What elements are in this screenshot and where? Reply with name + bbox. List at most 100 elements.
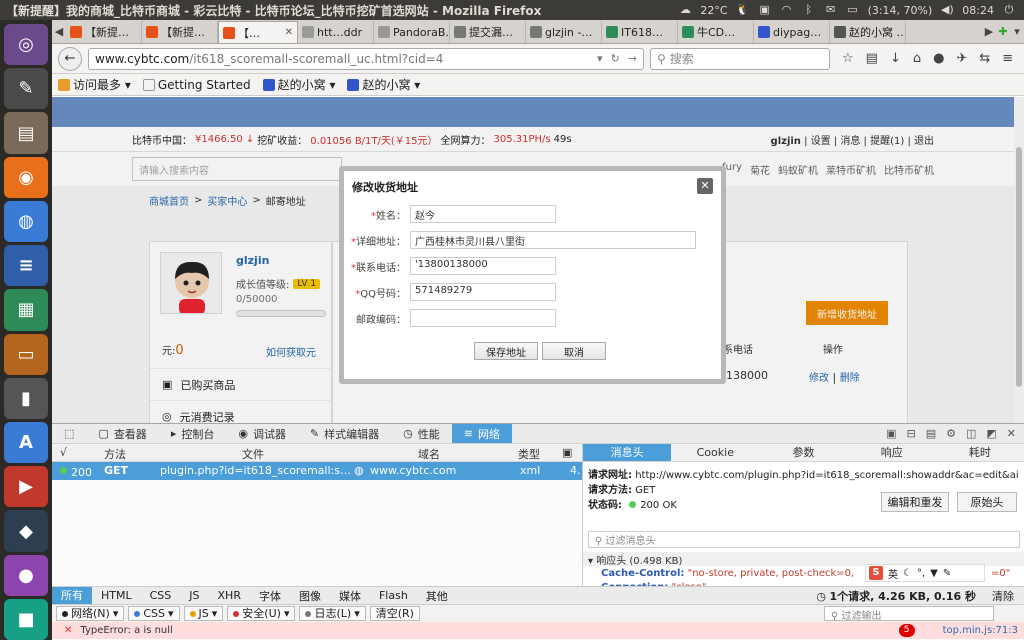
details-tab[interactable]: 响应 [848,444,936,461]
download-icon[interactable]: ↓ [890,51,901,66]
filter-tab[interactable]: JS [180,589,208,602]
tab-scroll-right-icon[interactable]: ▶ [982,21,996,43]
responsive-icon[interactable]: ▤ [926,427,936,440]
details-tab[interactable]: 耗时 [936,444,1024,461]
filter-tab[interactable]: 图像 [290,588,330,604]
gimp-icon[interactable]: ✎ [4,68,48,110]
browser-tab[interactable]: 【… ✕ [218,21,298,43]
split-console-icon[interactable]: ⊟ [906,427,915,440]
browser-tab[interactable]: diypag… [754,21,830,43]
console-category-button[interactable]: 日志(L) ▾ [299,606,366,621]
scrollbar-thumb[interactable] [1016,147,1022,387]
details-tab[interactable]: 消息头 [583,444,672,461]
column-domain[interactable]: 域名 [418,446,440,462]
browser-tab[interactable]: PandoraB… [374,21,450,43]
weather-icon[interactable]: ☁ [678,4,692,16]
forward-icon[interactable]: → [628,52,637,65]
ime-toolbar[interactable]: S 英 ☾ °, ▼ ✎ [865,564,985,582]
power-icon[interactable]: ⏻ [1002,4,1016,16]
filter-tab[interactable]: CSS [141,589,181,602]
tab-scroll-left-icon[interactable]: ◀ [52,21,66,43]
filter-tab[interactable]: 字体 [250,588,290,604]
error-source-link[interactable]: top.min.js:71:3 [943,625,1024,636]
bluetooth-icon[interactable]: ᛒ [802,4,816,16]
software-center-icon[interactable]: A [4,421,48,464]
browser-tab[interactable]: htt…ddr [298,21,374,43]
reading-list-icon[interactable]: ▤ [866,51,878,66]
column-method[interactable]: 方法 [104,446,126,462]
browser-tab[interactable]: IT618… [602,21,678,43]
browser-tab[interactable]: 提交漏… [450,21,526,43]
chat-icon[interactable]: ● [933,51,944,66]
details-tab[interactable]: Cookie [671,444,759,461]
filter-tab[interactable]: Flash [370,589,417,602]
battery-icon[interactable]: ▭ [846,4,860,16]
browser-tab[interactable]: 牛CD… [678,21,754,43]
browser-tab[interactable]: 【新提… [66,21,142,43]
pick-element-icon[interactable]: ⬚ [52,424,86,443]
menu-icon[interactable]: ≡ [1002,51,1013,66]
close-icon[interactable]: ✕ [697,178,713,194]
mail-icon[interactable]: ✉ [824,4,838,16]
bookmark-star-icon[interactable]: ☆ [842,51,854,66]
app-icon[interactable]: ◆ [4,510,48,552]
field-input[interactable]: 赵今 [410,205,556,223]
url-bar[interactable]: www.cybtc.com /it618_scoremall-scoremall… [88,47,644,70]
clear-console-button[interactable]: 清空(R) [369,606,420,621]
raw-headers-button[interactable]: 原始头 [957,492,1017,512]
bookmark-most-visited[interactable]: 访问最多 ▾ [58,76,131,93]
devtools-tab[interactable]: ▢ 查看器 [86,424,158,443]
new-tab-icon[interactable]: ✚ [996,21,1010,43]
console-category-button[interactable]: 安全(U) ▾ [227,606,296,621]
firefox-icon[interactable]: ◉ [4,156,48,198]
ubuntu-dash-icon[interactable]: ◎ [4,24,48,66]
cancel-button[interactable]: 取消 [542,342,606,360]
console-category-button[interactable]: JS ▾ [183,606,224,621]
detach-icon[interactable]: ◩ [986,427,996,440]
request-row[interactable]: 200 GET plugin.php?id=it618_scoremall:s…… [52,462,582,480]
volume-icon[interactable]: ◀) [940,4,954,16]
wifi-icon[interactable]: ◠ [780,4,794,16]
devtools-tab[interactable]: ◉ 调试器 [226,424,298,443]
filter-tab[interactable]: XHR [209,589,250,602]
bookmark-zhao-1[interactable]: 赵的小窝 ▾ [262,76,335,93]
clear-network-button[interactable]: 清除 [992,588,1014,604]
filter-tab[interactable]: 所有 [52,586,92,605]
browser-tab[interactable]: glzjin -… [526,21,602,43]
search-input[interactable]: ⚲ 搜索 [650,47,830,70]
cpu-icon[interactable]: ▣ [758,4,772,16]
console-error-row[interactable]: ✕ TypeError: a is null 5 top.min.js:71:3 [52,622,1024,639]
console-category-button[interactable]: 网络(N) ▾ [56,606,125,621]
back-button[interactable]: ← [58,46,82,71]
terminal-icon[interactable]: ▮ [4,377,48,419]
home-icon[interactable]: ⌂ [913,51,921,66]
chrome-icon[interactable]: ◍ [4,200,48,243]
devtools-tab[interactable]: ▸ 控制台 [159,424,227,443]
settings-icon[interactable]: ⚙ [946,427,956,440]
edit-resend-button[interactable]: 编辑和重发 [881,492,949,512]
app-icon-3[interactable]: ■ [4,598,48,640]
bookmark-zhao-2[interactable]: 赵的小窝 ▾ [347,76,420,93]
impress-icon[interactable]: ▭ [4,333,48,375]
close-devtools-icon[interactable]: ✕ [1007,427,1016,440]
devtools-tab[interactable]: ◷ 性能 [391,424,452,443]
calc-icon[interactable]: ▦ [4,289,48,331]
penguin-icon[interactable]: 🐧 [736,4,750,16]
dock-icon[interactable]: ▣ [886,427,896,440]
save-address-button[interactable]: 保存地址 [474,342,538,360]
close-tab-icon[interactable]: ✕ [285,27,293,38]
writer-icon[interactable]: ≡ [4,245,48,287]
column-menu-icon[interactable]: ▣ [562,446,572,459]
field-input[interactable]: 571489279 [410,283,556,301]
clock[interactable]: 08:24 [962,4,994,17]
field-input[interactable] [410,309,556,327]
undock-icon[interactable]: ◫ [966,427,976,440]
filter-tab[interactable]: 媒体 [330,588,370,604]
reload-icon[interactable]: ↻ [611,52,620,65]
devtools-tab[interactable]: ≋ 网络 [451,424,512,443]
filter-tab[interactable]: HTML [92,589,141,602]
field-input[interactable]: '13800138000 [410,257,556,275]
filter-headers-input[interactable]: ⚲ 过滤消息头 [588,531,1020,548]
column-type[interactable]: 类型 [518,446,540,462]
tab-list-icon[interactable]: ▾ [1010,21,1024,43]
